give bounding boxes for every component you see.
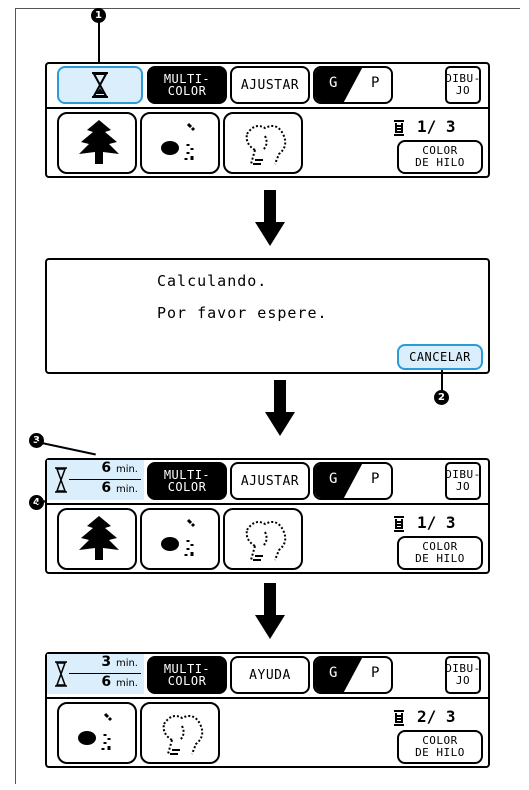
remaining-time-unit: min. — [115, 484, 138, 495]
spool-icon — [394, 710, 404, 726]
goat-stitch-icon — [162, 715, 204, 755]
multicolor-label-2: COLOR — [167, 84, 207, 98]
hourglass-icon — [55, 467, 67, 493]
thread-color-label-2: DE HILO — [415, 746, 465, 759]
tree-stitch-icon — [79, 120, 119, 164]
total-time-value: 6 — [101, 460, 112, 476]
multicolor-label-2: COLOR — [167, 674, 207, 688]
dibujo-button[interactable]: DIBU- JO — [445, 66, 481, 104]
dibujo-button[interactable]: DIBU- JO — [445, 656, 481, 694]
remaining-time: 6 min. — [101, 480, 138, 496]
thread-color-button[interactable]: COLOR DE HILO — [397, 536, 483, 570]
multicolor-button[interactable]: MULTI- COLOR — [147, 656, 227, 694]
dibujo-label-2: JO — [455, 674, 471, 687]
stitch-tree[interactable] — [57, 112, 137, 174]
stitch-tree[interactable] — [57, 508, 137, 570]
ajustar-button[interactable]: AJUSTAR — [230, 66, 310, 104]
total-time-value: 6 — [101, 674, 112, 690]
tree-stitch-icon — [79, 516, 119, 560]
thread-color-button[interactable]: COLOR DE HILO — [397, 730, 483, 764]
stitch-goat[interactable] — [223, 508, 303, 570]
screen-3: 6 min. 6 min. MULTI- COLOR AJUSTAR G P D… — [45, 458, 490, 574]
down-arrow-icon — [264, 190, 276, 222]
thread-color-label-2: DE HILO — [415, 552, 465, 565]
dibujo-label-2: JO — [455, 84, 471, 97]
total-time-unit: min. — [115, 464, 138, 475]
color-counter: 1/ 3 — [417, 513, 456, 532]
screen-divider — [47, 503, 488, 505]
bird-stitch-icon — [78, 712, 113, 750]
screen-4: 3 min. 6 min. MULTI- COLOR AYUDA G P DIB… — [45, 652, 490, 768]
total-time-unit: min. — [115, 678, 138, 689]
color-counter: 2/ 3 — [417, 707, 456, 726]
size-g-fill — [315, 68, 363, 102]
stitch-goat[interactable] — [140, 702, 220, 764]
total-time: 6 min. — [101, 674, 138, 690]
screen-divider — [47, 697, 488, 699]
ajustar-label: AJUSTAR — [240, 473, 300, 489]
size-toggle[interactable]: G P — [313, 656, 393, 694]
spool-icon — [394, 516, 404, 532]
size-p-label[interactable]: P — [371, 75, 379, 91]
bird-stitch-icon — [161, 518, 196, 556]
down-arrow-head-3 — [255, 615, 285, 639]
bird-stitch-icon — [161, 122, 196, 160]
remaining-time-value: 6 — [101, 480, 112, 496]
goat-stitch-icon — [245, 521, 287, 561]
size-toggle[interactable]: G P — [313, 462, 393, 500]
stitch-bird[interactable] — [140, 508, 220, 570]
size-p-label[interactable]: P — [371, 471, 379, 487]
down-arrow-icon-2 — [274, 380, 286, 412]
stitch-bird[interactable] — [57, 702, 137, 764]
cancel-label: CANCELAR — [409, 350, 471, 364]
screen-1: MULTI- COLOR AJUSTAR G P DIBU- JO 1/ 3 C… — [45, 62, 490, 178]
dialog-line-2: Por favor espere. — [157, 304, 328, 322]
ayuda-label: AYUDA — [249, 667, 291, 683]
remaining-time-unit: min. — [115, 658, 138, 669]
cancel-button[interactable]: CANCELAR — [397, 344, 483, 370]
multicolor-label-2: COLOR — [167, 480, 207, 494]
callout-2-leader — [441, 370, 443, 392]
callout-1-leader — [98, 22, 100, 64]
hourglass-button[interactable] — [57, 66, 143, 104]
total-time: 6 min. — [101, 460, 138, 476]
calculating-dialog: Calculando. Por favor espere. CANCELAR — [45, 258, 490, 374]
size-g-fill — [315, 658, 363, 692]
size-p-label[interactable]: P — [371, 665, 379, 681]
size-g-fill — [315, 464, 363, 498]
thread-color-button[interactable]: COLOR DE HILO — [397, 140, 483, 174]
spool-icon — [394, 120, 404, 136]
stitch-goat[interactable] — [223, 112, 303, 174]
dibujo-button[interactable]: DIBU- JO — [445, 462, 481, 500]
ajustar-label: AJUSTAR — [240, 77, 300, 93]
screen-divider — [47, 107, 488, 109]
down-arrow-head-2 — [265, 412, 295, 436]
thread-color-label-2: DE HILO — [415, 156, 465, 169]
multicolor-button[interactable]: MULTI- COLOR — [147, 66, 227, 104]
remaining-time-value: 3 — [101, 654, 112, 670]
dialog-line-1: Calculando. — [157, 272, 268, 290]
down-arrow-icon-3 — [264, 583, 276, 615]
size-g-label[interactable]: G — [329, 665, 337, 681]
dibujo-label-2: JO — [455, 480, 471, 493]
hourglass-icon — [55, 661, 67, 687]
callout-1: 1 — [91, 8, 106, 23]
time-display: 3 min. 6 min. — [47, 654, 144, 694]
hourglass-icon — [92, 72, 108, 98]
ayuda-button[interactable]: AYUDA — [230, 656, 310, 694]
down-arrow-head — [255, 222, 285, 246]
remaining-time: 3 min. — [101, 654, 138, 670]
multicolor-button[interactable]: MULTI- COLOR — [147, 462, 227, 500]
stitch-bird[interactable] — [140, 112, 220, 174]
goat-stitch-icon — [245, 125, 287, 165]
time-display: 6 min. 6 min. — [47, 460, 144, 500]
size-g-label[interactable]: G — [329, 471, 337, 487]
ajustar-button[interactable]: AJUSTAR — [230, 462, 310, 500]
color-counter: 1/ 3 — [417, 117, 456, 136]
size-toggle[interactable]: G P — [313, 66, 393, 104]
size-g-label[interactable]: G — [329, 75, 337, 91]
callout-2: 2 — [434, 390, 449, 405]
